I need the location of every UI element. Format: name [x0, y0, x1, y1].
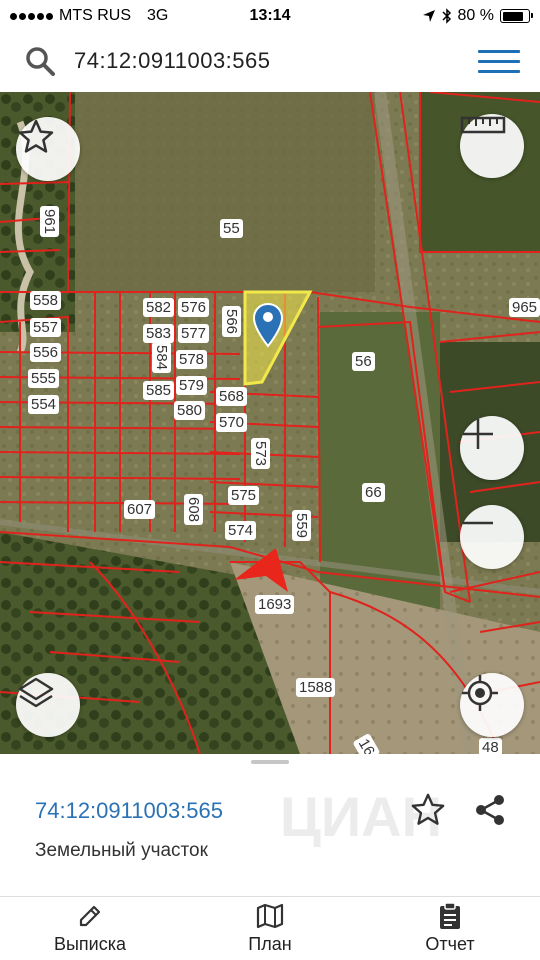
carrier: MTS RUS [59, 7, 131, 24]
plot-label: 608 [184, 493, 204, 526]
status-bar: MTS RUS 3G 13:14 80 % [0, 0, 540, 32]
bottom-sheet[interactable]: ЦИАН 74:12:0911003:565 Земельный участок [0, 754, 540, 896]
star-icon [18, 119, 54, 153]
plot-label: 584 [152, 341, 172, 374]
tab-label: Выписка [53, 934, 127, 954]
parcel-type: Земельный участок [35, 840, 208, 861]
share-button[interactable] [470, 790, 510, 830]
tab-report[interactable]: Отчет [360, 897, 540, 960]
menu-icon[interactable] [478, 41, 520, 81]
drag-handle[interactable] [251, 760, 289, 764]
plot-label: 573 [251, 437, 271, 470]
plot-label: 585 [143, 381, 175, 400]
status-left: MTS RUS 3G [10, 7, 168, 25]
minus-icon [463, 521, 493, 525]
plot-label: 558 [30, 291, 62, 310]
zoom-out-button[interactable] [460, 505, 524, 569]
plot-label: 578 [176, 350, 208, 369]
favorite-button[interactable] [16, 117, 80, 181]
clock: 13:14 [249, 7, 291, 24]
plot-label: 55 [220, 219, 243, 238]
plot-label: 568 [216, 387, 248, 406]
search-input[interactable]: 74:12:0911003:565 [60, 48, 478, 74]
plot-label: 576 [178, 298, 210, 317]
pencil-icon [76, 902, 104, 930]
plot-label: 56 [352, 352, 375, 371]
tab-extract[interactable]: Выписка [0, 897, 180, 960]
plot-label: 580 [174, 401, 206, 420]
location-arrow-icon [422, 10, 435, 22]
layers-icon [18, 677, 54, 708]
satellite-background [0, 92, 540, 754]
star-icon [411, 793, 445, 825]
plot-label: 607 [124, 500, 156, 519]
tab-plan[interactable]: План [180, 897, 360, 960]
share-icon [476, 795, 504, 825]
ruler-icon [460, 116, 506, 134]
layers-button[interactable] [16, 673, 80, 737]
location-pin-icon[interactable] [252, 302, 284, 348]
direction-arrow-icon [234, 548, 288, 592]
plot-label: 555 [28, 369, 60, 388]
plot-label: 566 [222, 305, 242, 338]
map-view[interactable]: 961 55 558 557 556 555 554 582 576 583 5… [0, 92, 540, 754]
plot-label: 965 [509, 298, 540, 317]
tab-label: Отчет [425, 934, 475, 954]
tab-label: План [248, 934, 292, 954]
status-right: 80 % [422, 7, 533, 25]
plot-label: 577 [178, 324, 210, 343]
plot-label: 1693 [255, 595, 295, 614]
plot-label: 579 [176, 376, 208, 395]
network-type: 3G [147, 7, 169, 24]
plot-label: 582 [143, 298, 175, 317]
plot-label: 48 [479, 738, 502, 754]
plot-label: 570 [216, 413, 248, 432]
search-icon[interactable] [20, 41, 60, 81]
favorite-parcel-button[interactable] [408, 790, 448, 830]
plot-label: 557 [30, 318, 62, 337]
battery-icon [500, 9, 533, 23]
plot-label: 554 [28, 395, 60, 414]
plus-icon [463, 419, 493, 449]
plot-label: 556 [30, 343, 62, 362]
clipboard-icon [436, 902, 464, 930]
plot-label: 583 [143, 324, 175, 343]
plot-label: 66 [362, 483, 385, 502]
zoom-in-button[interactable] [460, 416, 524, 480]
bluetooth-icon [442, 8, 451, 24]
ruler-button[interactable] [460, 114, 524, 178]
plot-label: 575 [228, 486, 260, 505]
locate-button[interactable] [460, 673, 524, 737]
plot-label: 1588 [296, 678, 336, 697]
plot-label: 961 [40, 205, 60, 238]
search-bar[interactable]: 74:12:0911003:565 [8, 38, 532, 84]
tab-bar: Выписка План Отчет [0, 896, 540, 960]
plot-label: 559 [292, 509, 312, 542]
map-icon [256, 902, 284, 930]
signal-icon [10, 12, 53, 20]
battery-percent: 80 % [457, 7, 494, 24]
plot-label: 574 [225, 521, 257, 540]
parcel-id[interactable]: 74:12:0911003:565 [35, 798, 223, 824]
crosshair-icon [462, 675, 498, 711]
